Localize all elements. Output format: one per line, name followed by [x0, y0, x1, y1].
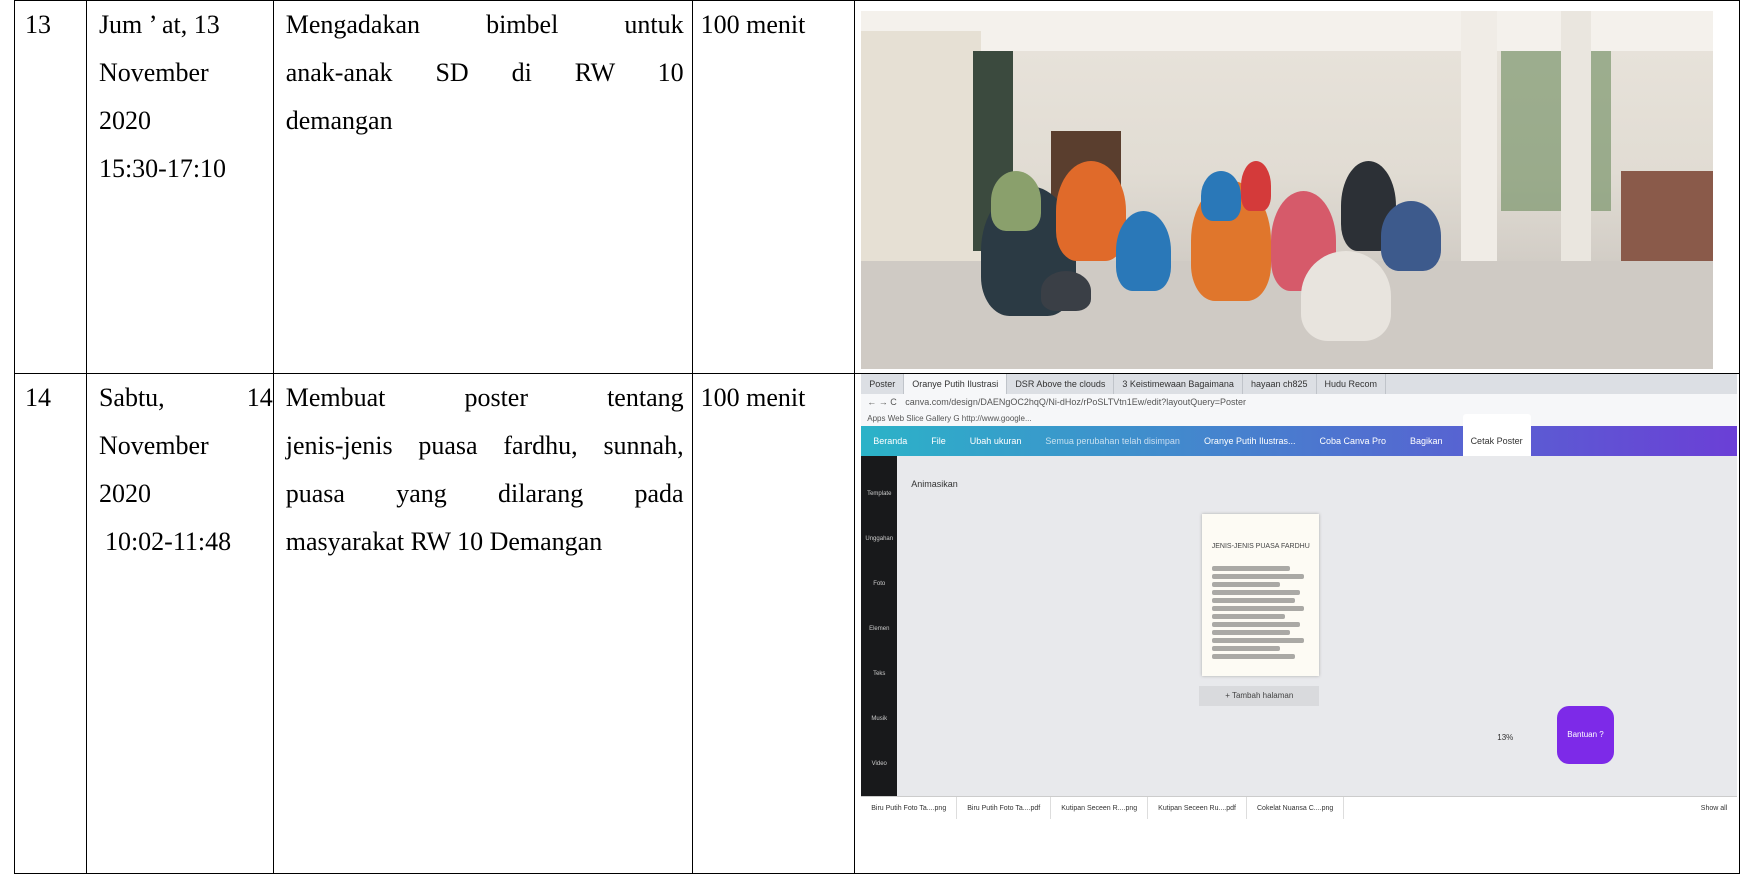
download-item: Kutipan Seceen Ru....pdf — [1148, 797, 1247, 819]
help-button: Bantuan ? — [1557, 706, 1614, 764]
canva-workarea: Animasikan JENIS-JENIS PUASA FARDHU + Ta… — [897, 456, 1738, 796]
download-item: Biru Putih Foto Ta....pdf — [957, 797, 1052, 819]
download-item: Biru Putih Foto Ta....png — [861, 797, 958, 819]
activity-line: demangan — [285, 106, 393, 135]
zoom-level: 13% — [1497, 733, 1514, 742]
activity-log-table: 13 Jum ’ at, 13 November 2020 15:30-17:1… — [14, 0, 1740, 874]
canva-sidebar: Template Unggahan Foto Elemen Teks Musik… — [861, 456, 898, 796]
url-bar: ← → C canva.com/design/DAENgOC2hqQ/Ni-dH… — [861, 394, 1738, 411]
canva-toolbar: Beranda File Ubah ukuran Semua perubahan… — [861, 414, 1738, 468]
download-item: Kutipan Seceen R....png — [1051, 797, 1149, 819]
activity-line: Membuat poster tentang — [285, 383, 684, 412]
browser-tab-bar: Poster Oranye Putih Ilustrasi DSR Above … — [861, 374, 1738, 394]
date-line: Sabtu, 14 — [98, 383, 273, 412]
activity-line: jenis-jenis puasa fardhu, sunnah, — [285, 431, 684, 460]
row-duration: 100 menit — [691, 373, 856, 874]
row-documentation: Poster Oranye Putih Ilustrasi DSR Above … — [854, 373, 1740, 874]
table-row: 14 Sabtu, 14 November 2020 10:02-11:48 M… — [14, 373, 1740, 874]
browser-tab: Hudu Recom — [1317, 374, 1387, 394]
browser-tab: 3 Keistimewaan Bagaimana — [1114, 374, 1243, 394]
date-line: Jum ’ at, 13 — [98, 10, 220, 39]
animate-button: Animasikan — [911, 479, 958, 489]
date-line: November — [98, 431, 209, 460]
row-duration: 100 menit — [691, 0, 856, 374]
activity-line: puasa yang dilarang pada — [285, 479, 684, 508]
date-line: 2020 — [98, 479, 151, 508]
date-line: 10:02-11:48 — [104, 527, 232, 556]
row-date: Jum ’ at, 13 November 2020 15:30-17:10 — [85, 0, 274, 374]
browser-tab: Oranye Putih Ilustrasi — [904, 374, 1008, 394]
poster-preview: JENIS-JENIS PUASA FARDHU — [1202, 514, 1320, 676]
date-line: 2020 — [98, 106, 151, 135]
row-documentation — [854, 0, 1740, 374]
url-text: canva.com/design/DAENgOC2hqQ/Ni-dHoz/rPo… — [905, 397, 1247, 407]
sidebar-item: Template — [867, 491, 892, 497]
poster-title: JENIS-JENIS PUASA FARDHU — [1211, 543, 1310, 550]
poster-text-lines — [1212, 566, 1309, 662]
show-all-link: Show all — [1700, 805, 1728, 812]
row-number: 13 — [14, 0, 87, 374]
add-page-button: + Tambah halaman — [1199, 686, 1320, 706]
row-activity: Membuat poster tentang jenis-jenis puasa… — [272, 373, 693, 874]
row-date: Sabtu, 14 November 2020 10:02-11:48 — [85, 373, 274, 874]
row-number: 14 — [14, 373, 87, 874]
documentation-photo — [861, 11, 1714, 369]
nav-arrows-icon: ← → C — [867, 397, 897, 407]
date-line: November — [98, 58, 209, 87]
table-row: 13 Jum ’ at, 13 November 2020 15:30-17:1… — [14, 0, 1740, 374]
activity-line: masyarakat RW 10 Demangan — [285, 527, 603, 556]
activity-line: Mengadakan bimbel untuk — [285, 10, 684, 39]
browser-tab: Poster — [861, 374, 905, 394]
browser-tab: hayaan ch825 — [1243, 374, 1317, 394]
row-activity: Mengadakan bimbel untuk anak-anak SD di … — [272, 0, 693, 374]
download-item: Cokelat Nuansa C....png — [1247, 797, 1345, 819]
canva-screenshot: Poster Oranye Putih Ilustrasi DSR Above … — [861, 374, 1738, 819]
downloads-bar: Biru Putih Foto Ta....png Biru Putih Fot… — [861, 796, 1738, 819]
activity-line: anak-anak SD di RW 10 — [285, 58, 684, 87]
date-line: 15:30-17:10 — [98, 154, 227, 183]
browser-tab: DSR Above the clouds — [1007, 374, 1115, 394]
